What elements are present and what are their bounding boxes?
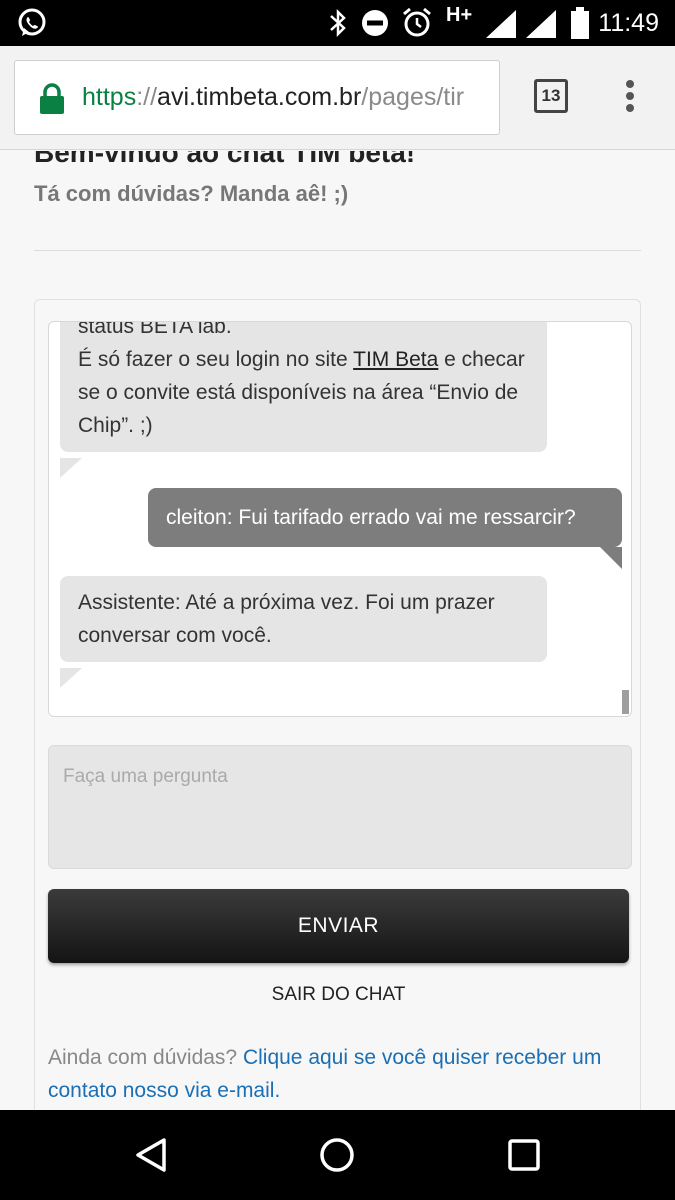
url-host: avi.timbeta.com.br (157, 83, 362, 111)
browser-toolbar: https://avi.timbeta.com.br/pages/tir 13 (0, 46, 675, 150)
signal-icon (486, 10, 516, 38)
recents-icon[interactable] (507, 1138, 541, 1172)
battery-icon (571, 7, 589, 39)
assistant-message: status BETA lab. É só fazer o seu login … (60, 321, 547, 452)
url-bar[interactable]: https://avi.timbeta.com.br/pages/tir (14, 60, 500, 135)
whatsapp-icon (18, 8, 46, 36)
url-text: https://avi.timbeta.com.br/pages/tir (82, 83, 464, 112)
back-icon[interactable] (134, 1137, 168, 1173)
lock-icon (40, 83, 64, 114)
help-prefix: Ainda com dúvidas? (48, 1046, 243, 1069)
bubble-tail (60, 668, 82, 688)
home-icon[interactable] (319, 1137, 355, 1173)
page-subtitle: Tá com dúvidas? Manda aê! ;) (34, 181, 349, 206)
tab-switcher-button[interactable]: 13 (534, 79, 568, 113)
url-separator: :// (136, 83, 158, 111)
page-content: Bem-vindo ao chat TIM beta! Tá com dúvid… (0, 151, 675, 1110)
tim-beta-link[interactable]: TIM Beta (353, 348, 438, 371)
network-type-label: H+ (446, 4, 473, 26)
assistant-message: Assistente: Até a próxima vez. Foi um pr… (60, 576, 547, 662)
chat-card: status BETA lab. É só fazer o seu login … (34, 299, 641, 1110)
divider (34, 250, 641, 251)
question-input[interactable] (48, 745, 632, 869)
bubble-tail (600, 547, 622, 569)
bubble-tail (60, 458, 82, 478)
clock: 11:49 (598, 9, 659, 37)
menu-icon[interactable] (626, 80, 636, 116)
message-line: status BETA lab. (78, 321, 232, 338)
alarm-icon (403, 7, 431, 37)
status-bar: H+ 11:49 (0, 0, 675, 46)
wifi-signal-icon (526, 10, 556, 38)
send-button[interactable]: ENVIAR (48, 889, 629, 963)
bluetooth-icon (330, 8, 346, 38)
exit-chat-link[interactable]: SAIR DO CHAT (35, 984, 642, 1006)
chat-history[interactable]: status BETA lab. É só fazer o seu login … (48, 321, 632, 717)
message-text: É só fazer o seu login no site (78, 348, 354, 371)
help-text: Ainda com dúvidas? Clique aqui se você q… (48, 1041, 632, 1107)
navigation-bar (0, 1110, 675, 1200)
do-not-disturb-icon (362, 10, 388, 36)
page-title: Bem-vindo ao chat TIM beta! (34, 151, 416, 168)
url-path: /pages/tir (361, 83, 465, 111)
chat-scrollbar[interactable] (622, 690, 629, 714)
user-message: cleiton: Fui tarifado errado vai me ress… (148, 488, 622, 547)
url-scheme: https (82, 83, 137, 111)
